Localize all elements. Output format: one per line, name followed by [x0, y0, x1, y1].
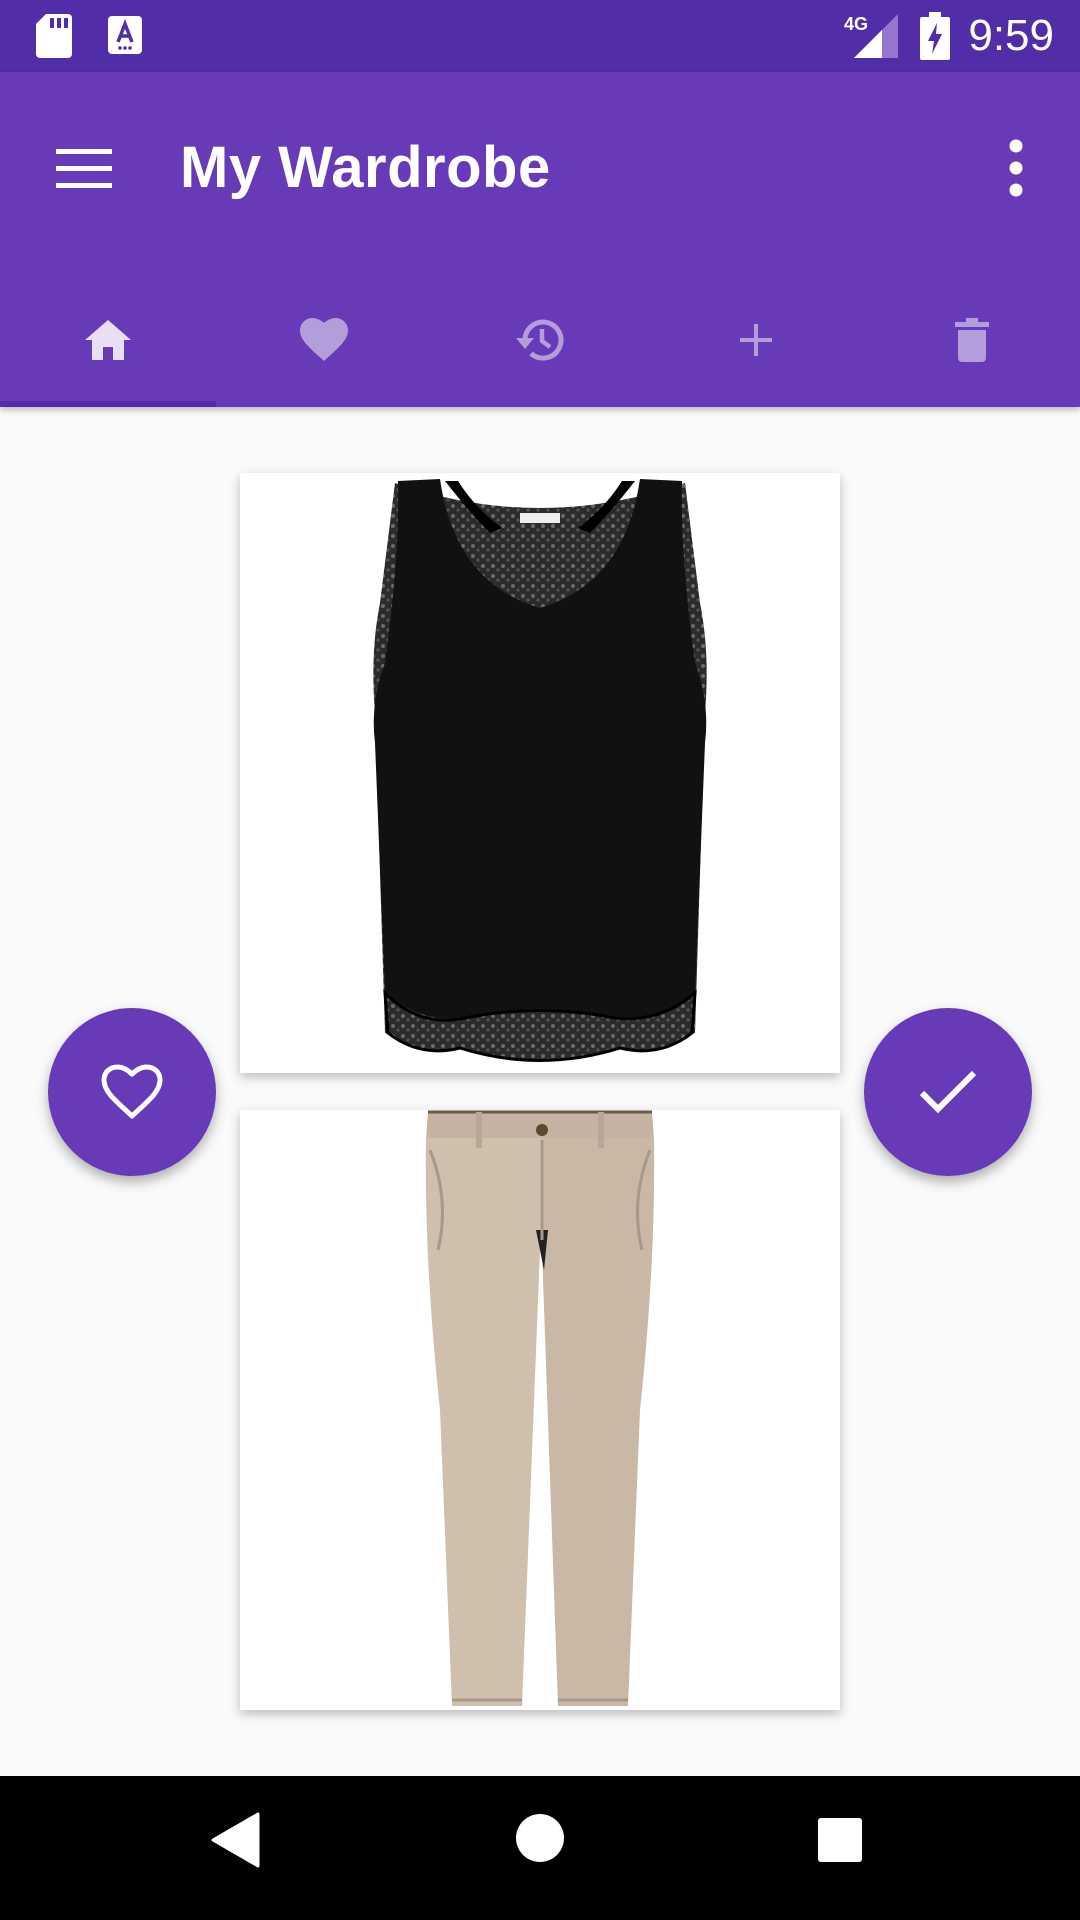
black-sleeveless-top-image	[373, 479, 707, 1062]
status-clock: 9:59	[968, 11, 1054, 60]
check-icon	[919, 1070, 977, 1114]
tab-favorites[interactable]	[216, 272, 432, 407]
tab-home[interactable]	[0, 272, 216, 407]
overflow-menu-button[interactable]	[988, 124, 1044, 212]
outfit-top-card[interactable]	[240, 473, 840, 1073]
sd-card-icon	[36, 14, 72, 58]
heart-outline-icon	[101, 1064, 163, 1119]
plus-icon	[740, 323, 772, 356]
tab-selected-indicator	[0, 401, 216, 407]
outfit-bottom-card[interactable]	[240, 1110, 840, 1710]
tab-history[interactable]	[432, 272, 648, 407]
app-bar: My Wardrobe	[0, 72, 1080, 407]
home-circle-icon[interactable]	[514, 1812, 566, 1864]
confirm-outfit-button[interactable]	[864, 1008, 1032, 1176]
keyboard-a-icon	[108, 16, 142, 54]
favorite-outfit-button[interactable]	[48, 1008, 216, 1176]
screen: 4G 9:59 My Wardrobe	[0, 0, 1080, 1920]
tab-bar	[0, 272, 1080, 407]
hamburger-menu-icon	[56, 149, 112, 188]
tab-add[interactable]	[648, 272, 864, 407]
heart-icon	[300, 317, 348, 361]
status-bar: 4G 9:59	[0, 0, 1080, 72]
home-icon	[85, 319, 131, 360]
signal-4g-icon: 4G	[844, 14, 898, 58]
app-title: My Wardrobe	[180, 135, 551, 200]
recents-icon[interactable]	[816, 1816, 864, 1864]
tab-delete[interactable]	[864, 272, 1080, 407]
back-icon[interactable]	[210, 1812, 260, 1868]
network-label: 4G	[844, 14, 868, 34]
trash-icon	[955, 317, 989, 362]
system-nav-bar	[0, 1776, 1080, 1920]
menu-button[interactable]	[40, 124, 128, 212]
history-icon	[516, 319, 564, 361]
beige-chino-pants-image	[425, 1110, 655, 1706]
more-vertical-icon	[1009, 139, 1023, 197]
battery-charging-icon	[920, 12, 950, 60]
